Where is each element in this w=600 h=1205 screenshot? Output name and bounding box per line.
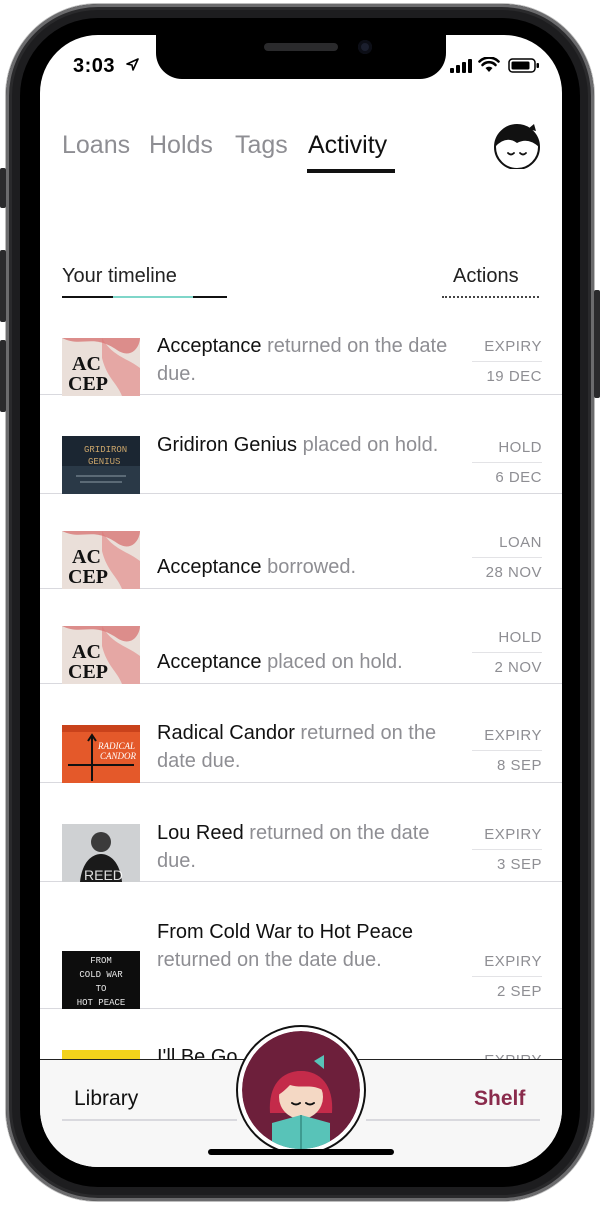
activity-meta: HOLD 2 NOV [472, 629, 542, 676]
svg-text:GRIDIRON: GRIDIRON [84, 445, 127, 455]
activity-text: Acceptance returned on the date due. [157, 332, 457, 388]
svg-text:RADICAL: RADICAL [97, 741, 135, 751]
svg-text:CEP: CEP [68, 661, 108, 683]
activity-row[interactable]: GRIDIRON GENIUS Gridiron Genius placed o… [40, 395, 562, 494]
book-cover-lou-reed: REED [62, 824, 140, 882]
activity-text: Radical Candor returned on the date due. [157, 719, 457, 775]
activity-row[interactable]: AC CEP Acceptance borrowed. LOAN 28 NOV [40, 494, 562, 589]
svg-text:REED: REED [84, 867, 123, 882]
svg-text:AC: AC [72, 641, 101, 663]
svg-text:HOT PEACE: HOT PEACE [77, 998, 126, 1008]
activity-meta: EXPIRY 3 SEP [472, 826, 542, 873]
svg-text:AC: AC [72, 353, 101, 375]
front-camera [358, 40, 372, 54]
tab-activity[interactable]: Activity [308, 131, 387, 160]
notch [156, 35, 446, 79]
speaker-grille [264, 43, 338, 51]
activity-text: Acceptance borrowed. [157, 553, 457, 581]
book-title: Lou Reed [157, 822, 244, 844]
activity-text: Acceptance placed on hold. [157, 648, 457, 676]
battery-icon [508, 58, 539, 73]
book-title: Acceptance [157, 651, 262, 673]
activity-date: 2 SEP [496, 983, 542, 1000]
activity-kind: EXPIRY [472, 727, 542, 751]
cellular-signal-icon [450, 59, 472, 73]
activity-date: 2 NOV [494, 659, 542, 676]
activity-meta: LOAN 28 NOV [472, 534, 542, 581]
book-title: Radical Candor [157, 722, 295, 744]
activity-meta: HOLD 6 DEC [472, 439, 542, 486]
tab-loans[interactable]: Loans [62, 131, 130, 160]
activity-kind: LOAN [472, 534, 542, 558]
svg-text:CEP: CEP [68, 566, 108, 588]
actions-button[interactable]: Actions [453, 265, 519, 288]
book-title: Gridiron Genius [157, 434, 298, 456]
svg-text:FROM: FROM [90, 956, 112, 966]
tab-holds[interactable]: Holds [149, 131, 213, 160]
activity-text: From Cold War to Hot Peace returned on t… [157, 918, 447, 974]
activity-row[interactable]: REED Lou Reed returned on the date due. … [40, 783, 562, 882]
activity-kind: HOLD [472, 439, 542, 463]
activity-action: placed on hold. [261, 651, 403, 673]
activity-meta: EXPIRY 19 DEC [472, 338, 542, 385]
book-cover-acceptance: AC CEP [62, 531, 140, 589]
activity-date: 6 DEC [495, 469, 542, 486]
activity-meta: EXPIRY 2 SEP [472, 953, 542, 1000]
activity-action: returned on the date due. [157, 949, 382, 971]
book-cover-acceptance: AC CEP [62, 338, 140, 396]
library-underline [62, 1119, 237, 1121]
status-time: 3:03 [73, 55, 116, 77]
library-button[interactable]: Library [74, 1087, 138, 1111]
svg-text:CEP: CEP [68, 373, 108, 395]
libby-profile-icon[interactable] [492, 121, 542, 169]
book-cover-radical-candor: RADICAL CANDOR [62, 725, 140, 783]
activity-kind: HOLD [472, 629, 542, 653]
activity-date: 3 SEP [496, 856, 542, 873]
book-title: From Cold War to Hot Peace [157, 921, 414, 943]
screen: 3:03 Loans Holds Tags Activity Your time… [40, 35, 562, 1167]
activity-kind: EXPIRY [472, 953, 542, 977]
power-button [594, 290, 600, 398]
activity-kind: EXPIRY [472, 826, 542, 850]
home-indicator [208, 1149, 394, 1155]
svg-text:AC: AC [72, 546, 101, 568]
activity-row[interactable]: AC CEP Acceptance returned on the date d… [40, 295, 562, 396]
activity-action: borrowed. [261, 556, 357, 578]
your-timeline-tab[interactable]: Your timeline [62, 265, 177, 288]
activity-row[interactable]: AC CEP Acceptance placed on hold. HOLD 2… [40, 589, 562, 684]
activity-text: Lou Reed returned on the date due. [157, 819, 457, 875]
activity-kind: EXPIRY [472, 338, 542, 362]
svg-text:GENIUS: GENIUS [88, 457, 120, 467]
svg-text:CANDOR: CANDOR [100, 751, 137, 761]
phone-frame: 3:03 Loans Holds Tags Activity Your time… [0, 0, 600, 1205]
location-arrow-icon [126, 58, 139, 71]
volume-up-button [0, 250, 6, 322]
activity-text: Gridiron Genius placed on hold. [157, 431, 457, 459]
book-title: Acceptance [157, 335, 262, 357]
shelf-button[interactable]: Shelf [474, 1087, 525, 1111]
volume-down-button [0, 340, 6, 412]
wifi-icon [478, 57, 500, 72]
book-title: Acceptance [157, 556, 262, 578]
mute-switch [0, 168, 6, 208]
activity-meta: EXPIRY 8 SEP [472, 727, 542, 774]
activity-action: placed on hold. [297, 434, 439, 456]
book-cover-gridiron-genius: GRIDIRON GENIUS [62, 436, 140, 494]
libby-mascot-button[interactable] [242, 1031, 360, 1149]
activity-date: 19 DEC [486, 368, 542, 385]
activity-date: 28 NOV [485, 564, 542, 581]
svg-text:TO: TO [96, 984, 107, 994]
book-cover-acceptance: AC CEP [62, 626, 140, 684]
libby-reader-icon [242, 1031, 360, 1149]
activity-date: 8 SEP [496, 757, 542, 774]
book-cover-cold-war-hot-peace: FROM COLD WAR TO HOT PEACE [62, 951, 140, 1009]
svg-text:COLD WAR: COLD WAR [79, 970, 123, 980]
active-tab-underline [307, 169, 395, 173]
activity-row[interactable]: FROM COLD WAR TO HOT PEACE From Cold War… [40, 882, 562, 1009]
shelf-underline [366, 1119, 540, 1121]
tab-tags[interactable]: Tags [235, 131, 288, 160]
